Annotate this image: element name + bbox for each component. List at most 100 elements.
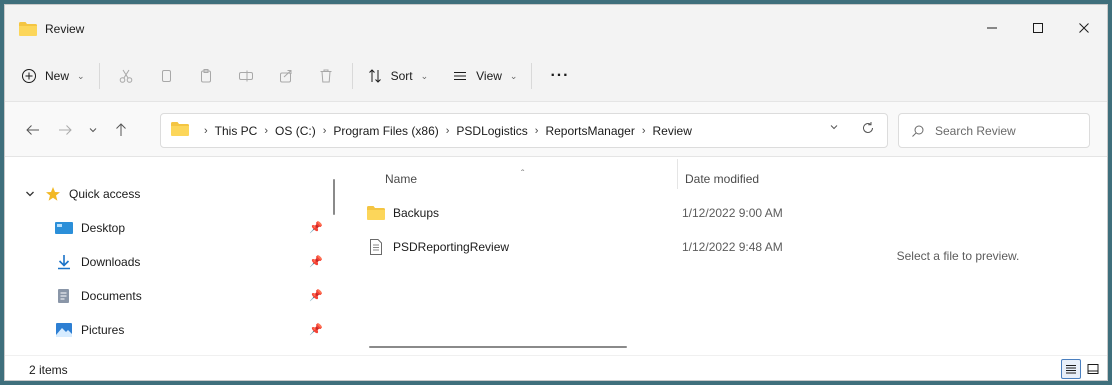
sidebar-item-label: Downloads	[81, 255, 141, 269]
delete-button[interactable]	[306, 58, 346, 94]
arrow-right-icon	[59, 125, 72, 135]
breadcrumb-program-files[interactable]: Program Files (x86)	[333, 124, 438, 138]
search-box[interactable]: Search Review	[898, 113, 1090, 148]
file-list: Name ˆ Date modified Backups 1/12/2022 9…	[347, 157, 809, 355]
column-header-name[interactable]: Name ˆ	[347, 167, 677, 191]
sort-label: Sort	[390, 69, 413, 83]
sidebar-item-desktop[interactable]: Desktop	[55, 213, 125, 243]
address-bar[interactable]: › This PC › OS (C:) › Program Files (x86…	[160, 113, 888, 148]
paste-icon	[200, 69, 211, 83]
chevron-down-icon: ⌄	[420, 70, 429, 81]
breadcrumb-this-pc[interactable]: This PC	[215, 124, 258, 138]
horizontal-scrollbar[interactable]	[369, 346, 627, 348]
minimize-button[interactable]	[969, 5, 1015, 51]
more-options-button[interactable]: ···	[538, 58, 581, 94]
sidebar-item-downloads[interactable]: Downloads	[55, 247, 140, 277]
arrow-left-icon	[26, 125, 39, 135]
toolbar-divider	[351, 63, 353, 89]
sidebar-item-label: Desktop	[81, 221, 126, 235]
chevron-right-icon: ›	[264, 124, 269, 137]
paste-button[interactable]	[186, 58, 226, 94]
address-history-button[interactable]	[829, 123, 839, 134]
preview-message: Select a file to preview.	[896, 249, 1020, 263]
search-placeholder: Search Review	[935, 123, 1016, 138]
cut-button[interactable]	[106, 58, 146, 94]
breadcrumb-review[interactable]: Review	[653, 124, 692, 138]
breadcrumb-os-c[interactable]: OS (C:)	[275, 124, 316, 138]
chevron-down-icon: ⌄	[77, 70, 85, 81]
pin-icon: 📌	[309, 256, 323, 268]
details-view-button[interactable]	[1061, 359, 1081, 379]
folder-icon	[367, 206, 385, 220]
view-label: View	[476, 69, 502, 83]
sidebar-item-documents[interactable]: Documents	[55, 281, 142, 311]
recent-locations-button[interactable]	[81, 120, 105, 140]
sort-ascending-icon: ˆ	[521, 169, 525, 180]
close-button[interactable]	[1061, 5, 1107, 51]
refresh-icon	[863, 122, 874, 134]
copy-button[interactable]	[146, 58, 186, 94]
table-row[interactable]: PSDReportingReview 1/12/2022 9:48 AM	[367, 233, 807, 261]
large-icons-view-button[interactable]	[1083, 359, 1103, 379]
rename-button[interactable]	[226, 58, 266, 94]
new-button[interactable]: New ⌄	[13, 58, 93, 94]
file-date: 1/12/2022 9:00 AM	[682, 206, 783, 220]
new-label: New	[45, 69, 70, 83]
star-icon	[46, 187, 60, 201]
file-name: Backups	[393, 206, 440, 220]
title-bar: Review	[5, 5, 1107, 51]
sidebar-item-pictures[interactable]: Pictures	[55, 315, 124, 345]
rename-icon	[238, 70, 253, 82]
chevron-down-icon	[89, 128, 97, 133]
trash-icon	[320, 69, 332, 83]
maximize-button[interactable]	[1015, 5, 1061, 51]
toolbar-divider	[531, 63, 533, 89]
desktop-icon	[55, 222, 73, 234]
file-icon	[370, 239, 382, 255]
status-bar: 2 items	[5, 355, 1107, 380]
explorer-window: Review New ⌄ Sort ⌄ View ⌄ ··· › This PC…	[4, 4, 1108, 381]
sort-button[interactable]: Sort ⌄	[359, 58, 437, 94]
forward-button[interactable]	[53, 120, 77, 140]
folder-icon	[19, 22, 37, 39]
search-icon	[912, 125, 924, 137]
item-count: 2 items	[29, 363, 68, 377]
breadcrumb-psdlogistics[interactable]: PSDLogistics	[456, 124, 527, 138]
preview-pane: Select a file to preview.	[809, 157, 1107, 355]
view-button[interactable]: View ⌄	[444, 58, 525, 94]
sidebar-item-label: Pictures	[81, 323, 125, 337]
plus-circle-icon	[22, 69, 36, 83]
table-row[interactable]: Backups 1/12/2022 9:00 AM	[367, 199, 807, 227]
chevron-right-icon: ›	[534, 124, 539, 137]
pictures-icon	[56, 323, 72, 337]
column-divider[interactable]	[677, 159, 678, 189]
sort-icon	[368, 69, 381, 83]
chevron-right-icon: ›	[641, 124, 646, 137]
pin-icon: 📌	[309, 222, 323, 234]
downloads-icon	[58, 255, 70, 270]
column-name-label: Name	[385, 172, 418, 186]
command-bar: New ⌄ Sort ⌄ View ⌄ ···	[5, 51, 1107, 101]
folder-icon	[171, 122, 189, 139]
share-icon	[279, 70, 292, 83]
file-date: 1/12/2022 9:48 AM	[682, 240, 783, 254]
sidebar-item-label: Quick access	[69, 187, 141, 201]
details-view-icon	[1066, 365, 1076, 374]
chevron-right-icon: ›	[204, 124, 208, 137]
refresh-button[interactable]	[861, 121, 875, 138]
sidebar-scrollbar[interactable]	[333, 179, 335, 215]
back-button[interactable]	[21, 120, 45, 140]
chevron-down-icon	[830, 125, 838, 130]
sidebar-item-quick-access[interactable]: Quick access	[25, 179, 140, 209]
cut-icon	[119, 69, 132, 83]
column-header-date[interactable]: Date modified	[685, 167, 809, 191]
chevron-down-icon	[26, 191, 34, 197]
chevron-right-icon: ›	[322, 124, 327, 137]
breadcrumb-reportsmanager[interactable]: ReportsManager	[545, 124, 634, 138]
content-area: Quick access Desktop 📌 Downloads 📌 Docum…	[5, 157, 1107, 355]
tiles-view-icon	[1087, 364, 1099, 374]
chevron-right-icon: ›	[445, 124, 450, 137]
pin-icon: 📌	[309, 290, 323, 302]
share-button[interactable]	[266, 58, 306, 94]
up-button[interactable]	[109, 120, 133, 140]
